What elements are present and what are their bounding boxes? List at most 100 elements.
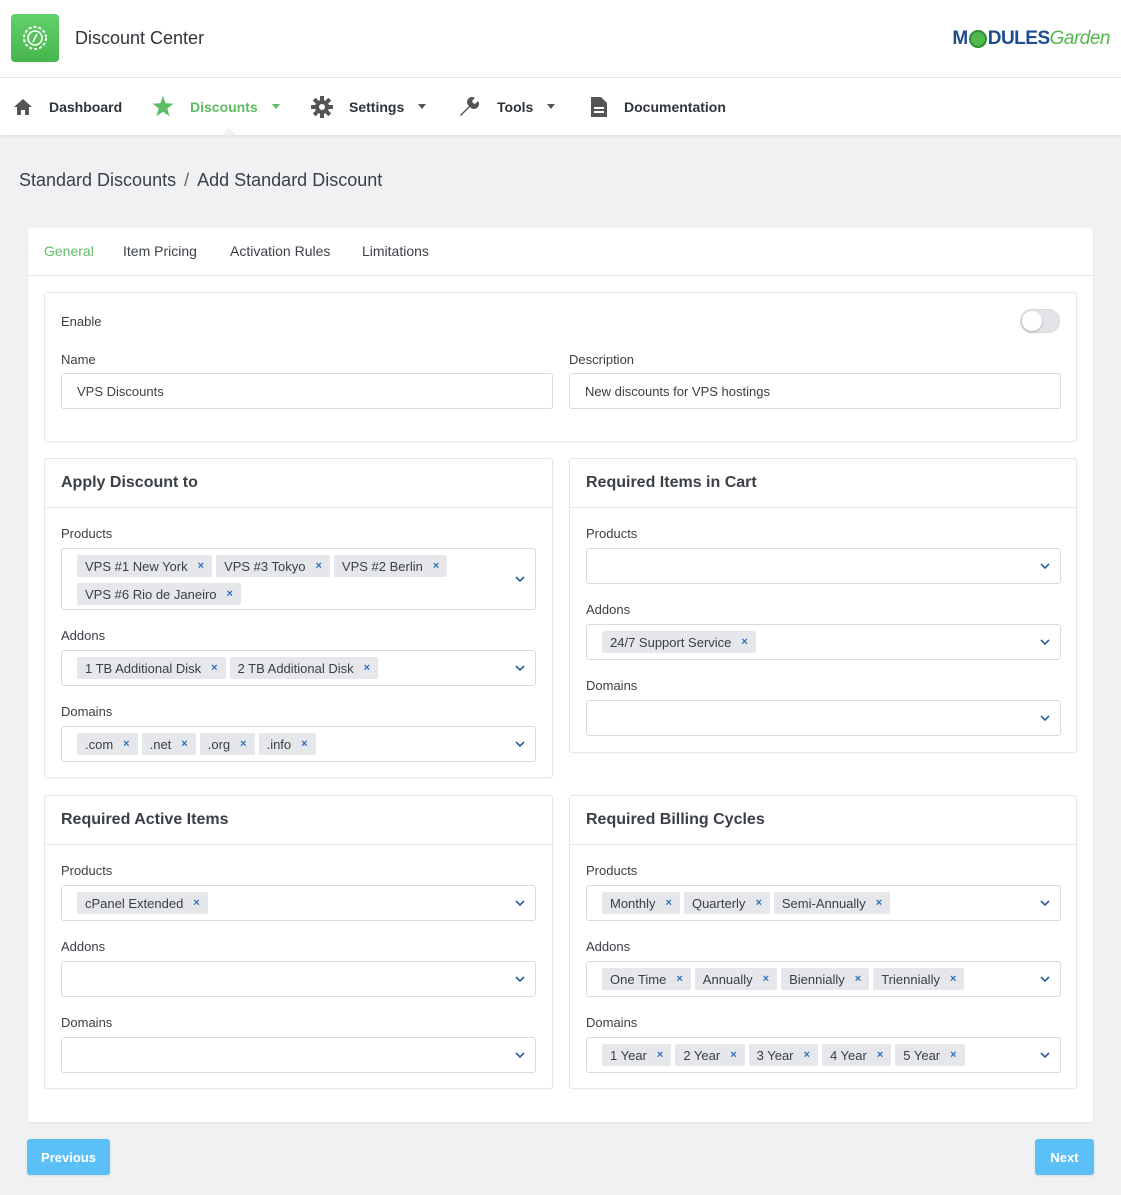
chevron-down-icon [1040, 900, 1050, 907]
remove-tag-icon[interactable]: × [755, 897, 761, 909]
enable-label: Enable [61, 314, 102, 329]
apply-discount-panel: Apply Discount to Products VPS #1 New Yo… [44, 458, 553, 778]
remove-tag-icon[interactable]: × [315, 560, 321, 572]
tag-label: VPS #6 Rio de Janeiro [85, 586, 217, 602]
tag-label: Biennially [789, 971, 845, 987]
remove-tag-icon[interactable]: × [240, 738, 246, 750]
remove-tag-icon[interactable]: × [804, 1049, 810, 1061]
chevron-down-icon [547, 104, 556, 109]
home-icon [14, 98, 32, 115]
remove-tag-icon[interactable]: × [877, 1049, 883, 1061]
remove-tag-icon[interactable]: × [741, 636, 747, 648]
active-products-select[interactable]: cPanel Extended × [61, 885, 536, 921]
tag-label: 1 Year [610, 1047, 647, 1063]
products-label: Products [61, 863, 113, 878]
active-nav-pointer [222, 128, 236, 135]
selected-tag: 24/7 Support Service × [602, 631, 756, 653]
billing-domains-select[interactable]: 1 Year × 2 Year × 3 Year × 4 Year × 5 Year × [586, 1037, 1061, 1073]
tab-limitations[interactable]: Limitations [362, 243, 429, 259]
apply-addons-select[interactable]: 1 TB Additional Disk × 2 TB Additional Dis… [61, 650, 536, 686]
remove-tag-icon[interactable]: × [855, 973, 861, 985]
nav-dashboard[interactable]: Dashboard [13, 78, 122, 135]
selected-tag: Annually × [694, 968, 778, 990]
selected-tag: Semi-Annually × [773, 892, 891, 914]
tab-general[interactable]: General [44, 243, 94, 259]
tag-label: Monthly [610, 895, 656, 911]
remove-tag-icon[interactable]: × [227, 588, 233, 600]
active-domains-select[interactable] [61, 1037, 536, 1073]
breadcrumb-parent[interactable]: Standard Discounts [19, 170, 176, 190]
remove-tag-icon[interactable]: × [876, 897, 882, 909]
cart-products-select[interactable] [586, 548, 1061, 584]
description-input[interactable]: New discounts for VPS hostings [569, 373, 1061, 409]
tag-label: One Time [610, 971, 667, 987]
remove-tag-icon[interactable]: × [433, 560, 439, 572]
form-tabs: General Item Pricing Activation Rules Li… [28, 228, 1093, 276]
remove-tag-icon[interactable]: × [657, 1049, 663, 1061]
domains-label: Domains [61, 704, 113, 719]
active-addons-select[interactable] [61, 961, 536, 997]
main-navigation: Dashboard Discounts Settings Tools Docum… [0, 78, 1121, 135]
tag-label: .info [266, 736, 292, 752]
nav-settings[interactable]: Settings [311, 78, 427, 135]
selected-tag: VPS #1 New York × [77, 555, 213, 577]
previous-button[interactable]: Previous [27, 1139, 110, 1175]
billing-addons-select[interactable]: One Time × Annually × Biennially × Triennially… [586, 961, 1061, 997]
enable-toggle[interactable] [1020, 309, 1060, 333]
products-label: Products [586, 526, 638, 541]
domains-label: Domains [61, 1015, 113, 1030]
remove-tag-icon[interactable]: × [730, 1049, 736, 1061]
name-input[interactable]: VPS Discounts [61, 373, 553, 409]
selected-tag: VPS #3 Tokyo × [216, 555, 330, 577]
remove-tag-icon[interactable]: × [193, 897, 199, 909]
gear-icon [311, 95, 333, 118]
modulesgarden-logo: M DULES Garden [952, 28, 1110, 49]
remove-tag-icon[interactable]: × [950, 1049, 956, 1061]
breadcrumb-current: Add Standard Discount [197, 170, 383, 190]
tab-activation-rules[interactable]: Activation Rules [230, 243, 330, 259]
description-label: Description [569, 352, 635, 367]
apply-domains-select[interactable]: .com × .net × .org × .info × [61, 726, 536, 762]
required-cart-panel: Required Items in Cart Products Addons 2… [569, 458, 1077, 753]
apply-products-select[interactable]: VPS #1 New York × VPS #3 Tokyo × VPS #2 Berl… [61, 548, 536, 610]
tab-item-pricing[interactable]: Item Pricing [123, 243, 197, 259]
remove-tag-icon[interactable]: × [211, 662, 217, 674]
tag-label: 24/7 Support Service [610, 634, 732, 650]
tag-label: 2 TB Additional Disk [237, 660, 354, 676]
next-button[interactable]: Next [1035, 1139, 1094, 1175]
selected-tag: .info × [258, 733, 316, 755]
remove-tag-icon[interactable]: × [666, 897, 672, 909]
remove-tag-icon[interactable]: × [950, 973, 956, 985]
nav-documentation[interactable]: Documentation [590, 78, 726, 135]
remove-tag-icon[interactable]: × [181, 738, 187, 750]
chevron-down-icon [1040, 563, 1050, 570]
tag-label: VPS #2 Berlin [341, 558, 423, 574]
document-icon [591, 96, 607, 117]
tag-label: Semi-Annually [781, 895, 866, 911]
cart-domains-select[interactable] [586, 700, 1061, 736]
nav-discounts-label: Discounts [190, 98, 258, 115]
cart-addons-select[interactable]: 24/7 Support Service × [586, 624, 1061, 660]
remove-tag-icon[interactable]: × [123, 738, 129, 750]
selected-tag: Triennially × [873, 968, 965, 990]
chevron-down-icon [515, 576, 525, 583]
billing-products-select[interactable]: Monthly × Quarterly × Semi-Annually × [586, 885, 1061, 921]
selected-tag: 1 Year × [602, 1044, 672, 1066]
general-panel: Enable Name VPS Discounts Description Ne… [44, 292, 1077, 442]
selected-tag: Quarterly × [683, 892, 770, 914]
chevron-down-icon [1040, 976, 1050, 983]
selected-tag: 2 TB Additional Disk × [229, 657, 379, 679]
remove-tag-icon[interactable]: × [676, 973, 682, 985]
apply-discount-title: Apply Discount to [61, 474, 198, 491]
selected-tag: Monthly × [602, 892, 680, 914]
remove-tag-icon[interactable]: × [364, 662, 370, 674]
tag-label: Triennially [881, 971, 940, 987]
remove-tag-icon[interactable]: × [198, 560, 204, 572]
remove-tag-icon[interactable]: × [763, 973, 769, 985]
tag-label: Quarterly [691, 895, 746, 911]
nav-tools[interactable]: Tools [457, 78, 556, 135]
tag-label: 3 Year [756, 1047, 794, 1063]
chevron-down-icon [418, 104, 427, 109]
remove-tag-icon[interactable]: × [301, 738, 307, 750]
nav-discounts[interactable]: Discounts [152, 78, 280, 135]
